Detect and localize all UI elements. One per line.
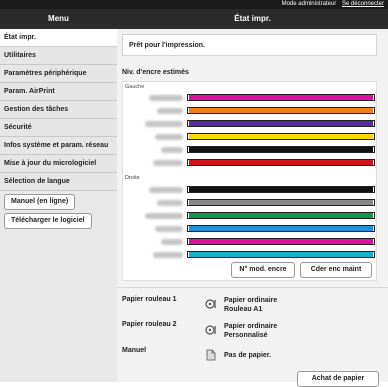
ink-row [123, 107, 378, 116]
ink-level-fill [189, 200, 373, 205]
manual-feed-label: Manuel [122, 347, 147, 354]
ink-level-fill [189, 252, 373, 257]
ink-name-blurred [145, 213, 183, 219]
divider [117, 287, 388, 288]
ink-level-bar [187, 212, 375, 219]
sidebar: État impr. Utilitaires Paramètres périph… [0, 29, 117, 382]
ink-level-fill [189, 121, 373, 126]
ink-level-bar [187, 199, 375, 206]
ink-level-bar [187, 225, 375, 232]
ink-level-fill [189, 187, 373, 192]
ink-row [123, 212, 378, 221]
ink-name-blurred [161, 147, 183, 153]
ink-panel: Gauche Droite N° mod. encre Cder enc mai… [122, 81, 377, 281]
ink-row [123, 186, 378, 195]
ink-row [123, 251, 378, 260]
roll-1-info: Papier ordinaire Rouleau A1 [224, 296, 277, 314]
ink-level-fill [189, 213, 373, 218]
ink-levels-title: Niv. d'encre estimés [122, 69, 189, 76]
sheet-icon [205, 349, 217, 361]
ink-name-blurred [157, 108, 183, 114]
roll-2-info: Papier ordinaire Personnalisé [224, 322, 277, 340]
manual-feed-status: Pas de papier. [224, 352, 272, 359]
ink-level-bar [187, 94, 375, 101]
menu-heading: Menu [48, 14, 69, 23]
sidebar-item-airprint[interactable]: Param. AirPrint [0, 83, 117, 101]
sidebar-item-job-management[interactable]: Gestion des tâches [0, 101, 117, 119]
ink-name-blurred [155, 226, 183, 232]
logout-link[interactable]: Se déconnecter [342, 1, 384, 7]
roll-icon [205, 299, 217, 309]
ink-row [123, 146, 378, 155]
page-title: État impr. [234, 14, 271, 23]
ink-name-blurred [157, 200, 183, 206]
order-ink-button[interactable]: Cder enc maint [300, 262, 372, 278]
sidebar-item-utilities[interactable]: Utilitaires [0, 47, 117, 65]
roll-2-label: Papier rouleau 2 [122, 321, 177, 328]
ink-level-bar [187, 146, 375, 153]
ink-level-fill [189, 239, 373, 244]
ink-row [123, 159, 378, 168]
sidebar-item-device-settings[interactable]: Paramètres périphérique [0, 65, 117, 83]
topbar-right: Mode administrateur Se déconnecter [282, 0, 384, 9]
sidebar-item-security[interactable]: Sécurité [0, 119, 117, 137]
ink-level-fill [189, 147, 373, 152]
ink-level-bar [187, 107, 375, 114]
ink-level-fill [189, 95, 373, 100]
roll-1-type: Papier ordinaire [224, 297, 278, 304]
top-bar: Mode administrateur Se déconnecter [0, 0, 388, 9]
header: Menu État impr. [0, 9, 388, 29]
roll-2-size: Personnalisé [224, 332, 268, 339]
ink-name-blurred [149, 95, 183, 101]
ink-row [123, 133, 378, 142]
right-group-label: Droite [125, 175, 140, 181]
buy-paper-button[interactable]: Achat de papier [297, 371, 379, 387]
ink-level-bar [187, 186, 375, 193]
ink-level-bar [187, 133, 375, 140]
sidebar-item-printer-status[interactable]: État impr. [0, 29, 117, 47]
ink-name-blurred [149, 187, 183, 193]
ink-level-fill [189, 108, 373, 113]
status-message: Prêt pour l'impression. [122, 34, 377, 56]
sidebar-item-firmware-update[interactable]: Mise à jour du micrologiciel [0, 155, 117, 173]
ink-row [123, 238, 378, 247]
ink-level-bar [187, 159, 375, 166]
roll-2-type: Papier ordinaire [224, 323, 278, 330]
ink-name-blurred [155, 134, 183, 140]
ink-row [123, 94, 378, 103]
ink-row [123, 199, 378, 208]
left-group-label: Gauche [125, 84, 145, 90]
ink-row [123, 225, 378, 234]
ink-level-bar [187, 238, 375, 245]
ink-level-fill [189, 134, 373, 139]
roll-1-size: Rouleau A1 [224, 306, 263, 313]
manual-online-button[interactable]: Manuel (en ligne) [4, 194, 76, 210]
main-content: Prêt pour l'impression. Niv. d'encre est… [117, 29, 388, 387]
admin-mode-label: Mode administrateur [281, 1, 337, 7]
ink-level-fill [189, 226, 373, 231]
roll-icon [205, 325, 217, 335]
ink-model-button[interactable]: N° mod. encre [231, 262, 295, 278]
download-software-button[interactable]: Télécharger le logiciel [4, 213, 92, 229]
ink-row [123, 120, 378, 129]
ink-level-fill [189, 160, 373, 165]
sidebar-item-language[interactable]: Sélection de langue [0, 173, 117, 191]
ink-name-blurred [153, 160, 183, 166]
roll-1-label: Papier rouleau 1 [122, 296, 177, 303]
ink-name-blurred [153, 252, 183, 258]
ink-name-blurred [145, 121, 183, 127]
sidebar-item-system-network[interactable]: Infos système et param. réseau [0, 137, 117, 155]
ink-name-blurred [161, 239, 183, 245]
ink-level-bar [187, 120, 375, 127]
ink-level-bar [187, 251, 375, 258]
